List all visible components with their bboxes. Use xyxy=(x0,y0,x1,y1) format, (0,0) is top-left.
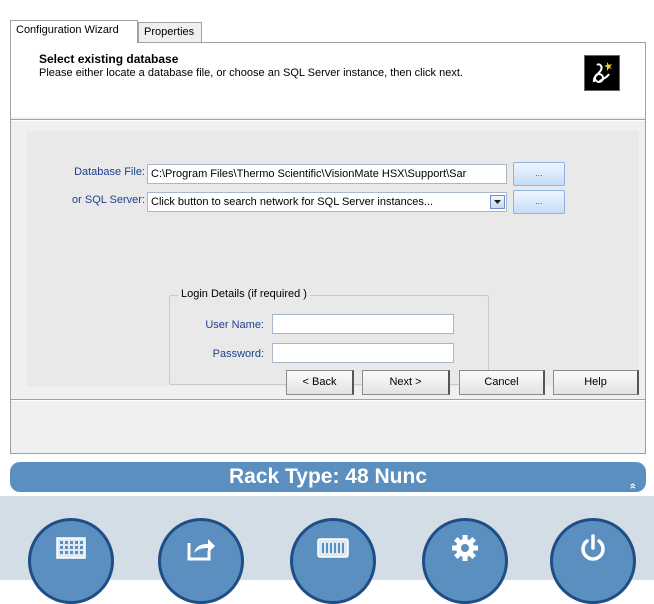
power-button[interactable] xyxy=(550,518,636,604)
gear-icon xyxy=(452,535,478,562)
collapse-chevron-icon[interactable]: » xyxy=(618,483,648,489)
tab-properties[interactable]: Properties xyxy=(138,22,202,42)
export-button[interactable] xyxy=(158,518,244,604)
settings-button[interactable] xyxy=(422,518,508,604)
rack-type-bar[interactable]: Rack Type: 48 Nunc » xyxy=(10,462,646,492)
login-details-label: Login Details (if required ) xyxy=(178,288,310,300)
rack-icon xyxy=(317,538,349,558)
search-sql-server-button[interactable]: ... xyxy=(513,190,565,214)
grid-button[interactable] xyxy=(28,518,114,604)
next-button[interactable]: Next > xyxy=(362,370,450,395)
grid-icon xyxy=(56,537,86,559)
database-file-field[interactable]: C:\Program Files\Thermo Scientific\Visio… xyxy=(147,164,507,184)
browse-database-button[interactable]: ... xyxy=(513,162,565,186)
rack-type-label: Rack Type: 48 Nunc xyxy=(228,465,427,488)
rack-button[interactable] xyxy=(290,518,376,604)
help-button[interactable]: Help xyxy=(553,370,639,395)
wizard-header: Select existing database Please either l… xyxy=(11,43,645,117)
export-icon xyxy=(187,539,215,561)
header-divider xyxy=(11,119,645,121)
chevron-down-icon xyxy=(494,200,501,204)
wizard-logo-icon xyxy=(584,55,620,91)
tab-configuration-wizard[interactable]: Configuration Wizard xyxy=(10,20,138,43)
sql-server-combo[interactable]: Click button to search network for SQL S… xyxy=(147,192,507,212)
database-file-label: Database File: xyxy=(74,166,145,178)
password-field[interactable] xyxy=(272,343,454,363)
power-icon xyxy=(581,534,605,561)
password-label: Password: xyxy=(212,348,264,360)
cancel-button[interactable]: Cancel xyxy=(459,370,545,395)
user-name-label: User Name: xyxy=(205,319,264,331)
form-area: Database File: C:\Program Files\Thermo S… xyxy=(27,131,639,386)
wizard-subtitle: Please either locate a database file, or… xyxy=(39,67,463,79)
sql-server-label: or SQL Server: xyxy=(72,194,145,206)
sql-server-value: Click button to search network for SQL S… xyxy=(151,196,434,208)
wizard-title: Select existing database xyxy=(39,52,179,66)
user-name-field[interactable] xyxy=(272,314,454,334)
sql-server-dropdown-button[interactable] xyxy=(490,195,505,209)
footer-divider xyxy=(11,399,645,401)
back-button[interactable]: < Back xyxy=(286,370,354,395)
